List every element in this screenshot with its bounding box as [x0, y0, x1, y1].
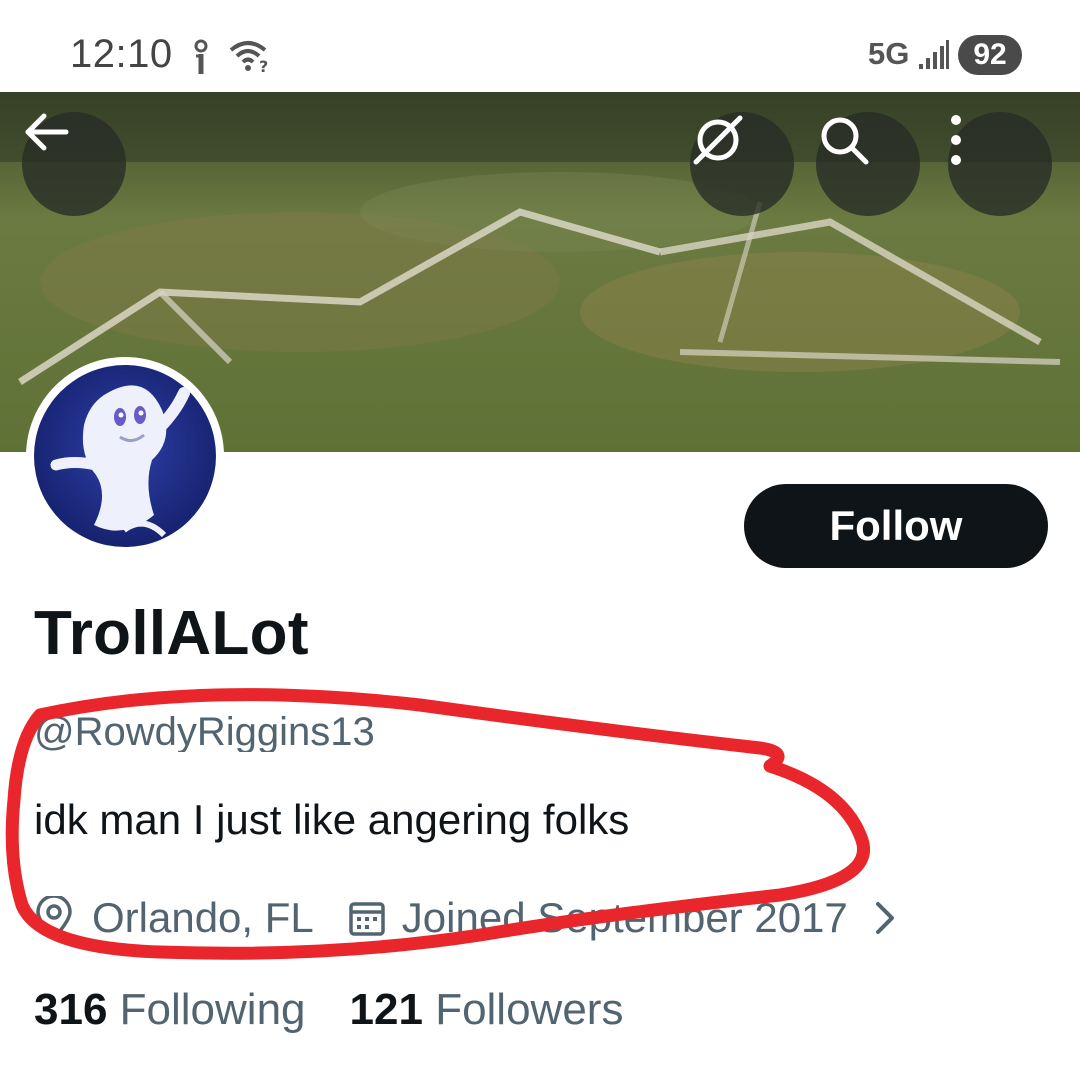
wifi-icon: ? [228, 38, 272, 79]
profile-meta: Orlando, FL Joined September 2017 [34, 890, 896, 946]
signal-icon [918, 40, 950, 75]
followers-label: Followers [435, 985, 624, 1034]
status-bar: 12:10 ? 5G 92 [0, 0, 1080, 92]
followers-count: 121 [349, 985, 423, 1034]
avatar[interactable] [26, 357, 224, 555]
display-name: TrollALot [34, 599, 309, 668]
following-label: Following [119, 985, 306, 1034]
network-label: 5G [868, 36, 910, 71]
follow-button[interactable]: Follow [744, 484, 1048, 568]
status-time: 12:10 [70, 32, 173, 76]
following-count: 316 [34, 985, 108, 1034]
more-button[interactable] [948, 112, 1052, 216]
profile-bio: idk man I just like angering folks [34, 796, 630, 843]
back-button[interactable] [22, 112, 126, 216]
search-button[interactable] [816, 112, 920, 216]
svg-text:?: ? [259, 57, 268, 74]
profile-page: 12:10 ? 5G 92 Follow TrollALot @RowdyRig… [0, 0, 1080, 1086]
location-icon [34, 896, 74, 940]
profile-handle: @RowdyRiggins13 [34, 710, 375, 752]
info-icon [186, 38, 216, 81]
chevron-right-icon[interactable] [874, 900, 896, 936]
grok-button[interactable] [690, 112, 794, 216]
ghost-avatar-image [34, 365, 216, 547]
following-link[interactable]: 316 Following [34, 985, 306, 1034]
calendar-icon [348, 898, 386, 938]
follow-stats: 316 Following 121 Followers [34, 985, 623, 1035]
profile-joined-date: Joined September 2017 [401, 894, 848, 941]
battery-indicator: 92 [958, 35, 1022, 75]
profile-location: Orlando, FL [92, 894, 314, 941]
followers-link[interactable]: 121 Followers [350, 985, 624, 1034]
